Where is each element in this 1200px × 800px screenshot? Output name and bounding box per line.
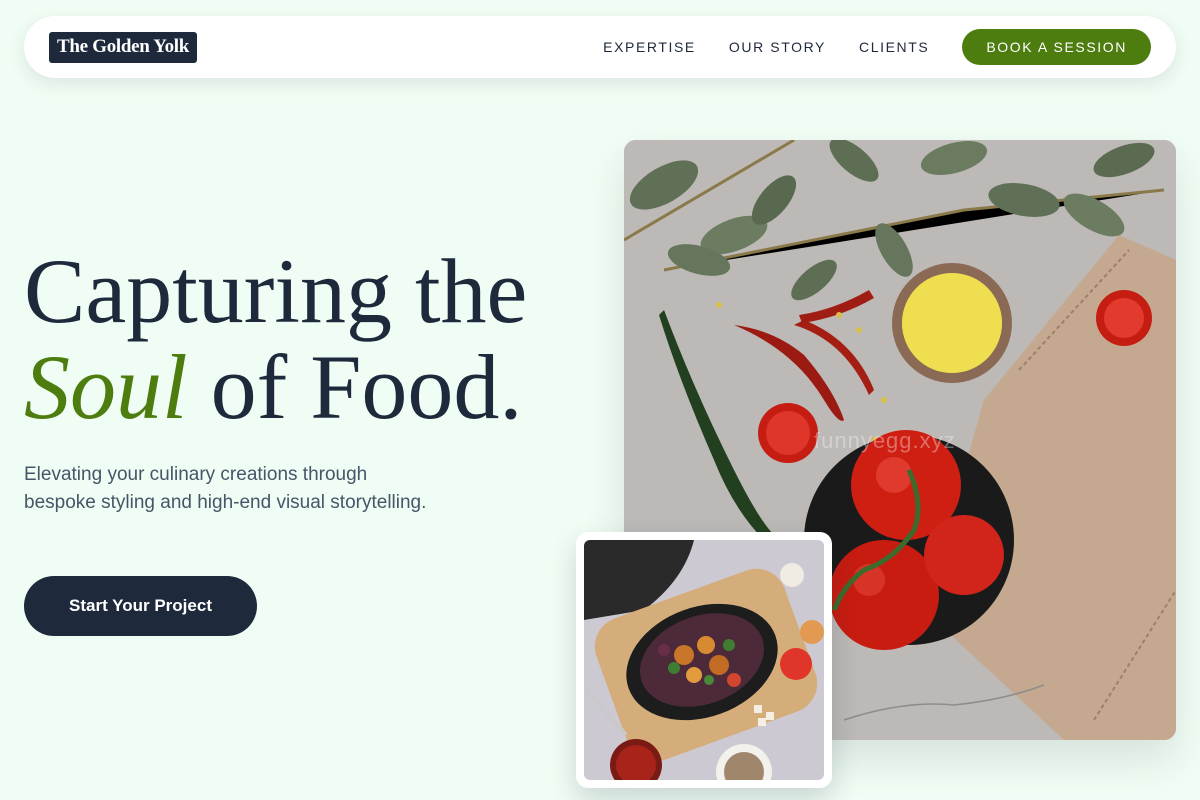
nav-menu: EXPERTISE OUR STORY CLIENTS BOOK A SESSI… (603, 29, 1151, 65)
headline-line-1: Capturing the (24, 240, 528, 342)
headline-accent-word: Soul (24, 336, 188, 438)
nav-link-our-story[interactable]: OUR STORY (729, 39, 826, 55)
top-navbar: The Golden Yolk EXPERTISE OUR STORY CLIE… (24, 16, 1176, 78)
photo-watermark: funnyegg.xyz (814, 428, 956, 453)
headline-line-2: Soul of Food. (24, 339, 527, 435)
secondary-photo-frame (584, 540, 824, 780)
hero-headline: Capturing the Soul of Food. (24, 243, 527, 435)
nav-link-clients[interactable]: CLIENTS (859, 39, 929, 55)
stir-fry-illustration (584, 540, 824, 780)
headline-rest: of Food. (187, 336, 523, 438)
book-session-button[interactable]: BOOK A SESSION (962, 29, 1151, 65)
hero-subtitle: Elevating your culinary creations throug… (24, 464, 427, 513)
start-project-button[interactable]: Start Your Project (24, 576, 257, 636)
nav-link-expertise[interactable]: EXPERTISE (603, 39, 696, 55)
brand-logo[interactable]: The Golden Yolk (49, 31, 198, 63)
secondary-food-photo (576, 532, 832, 788)
